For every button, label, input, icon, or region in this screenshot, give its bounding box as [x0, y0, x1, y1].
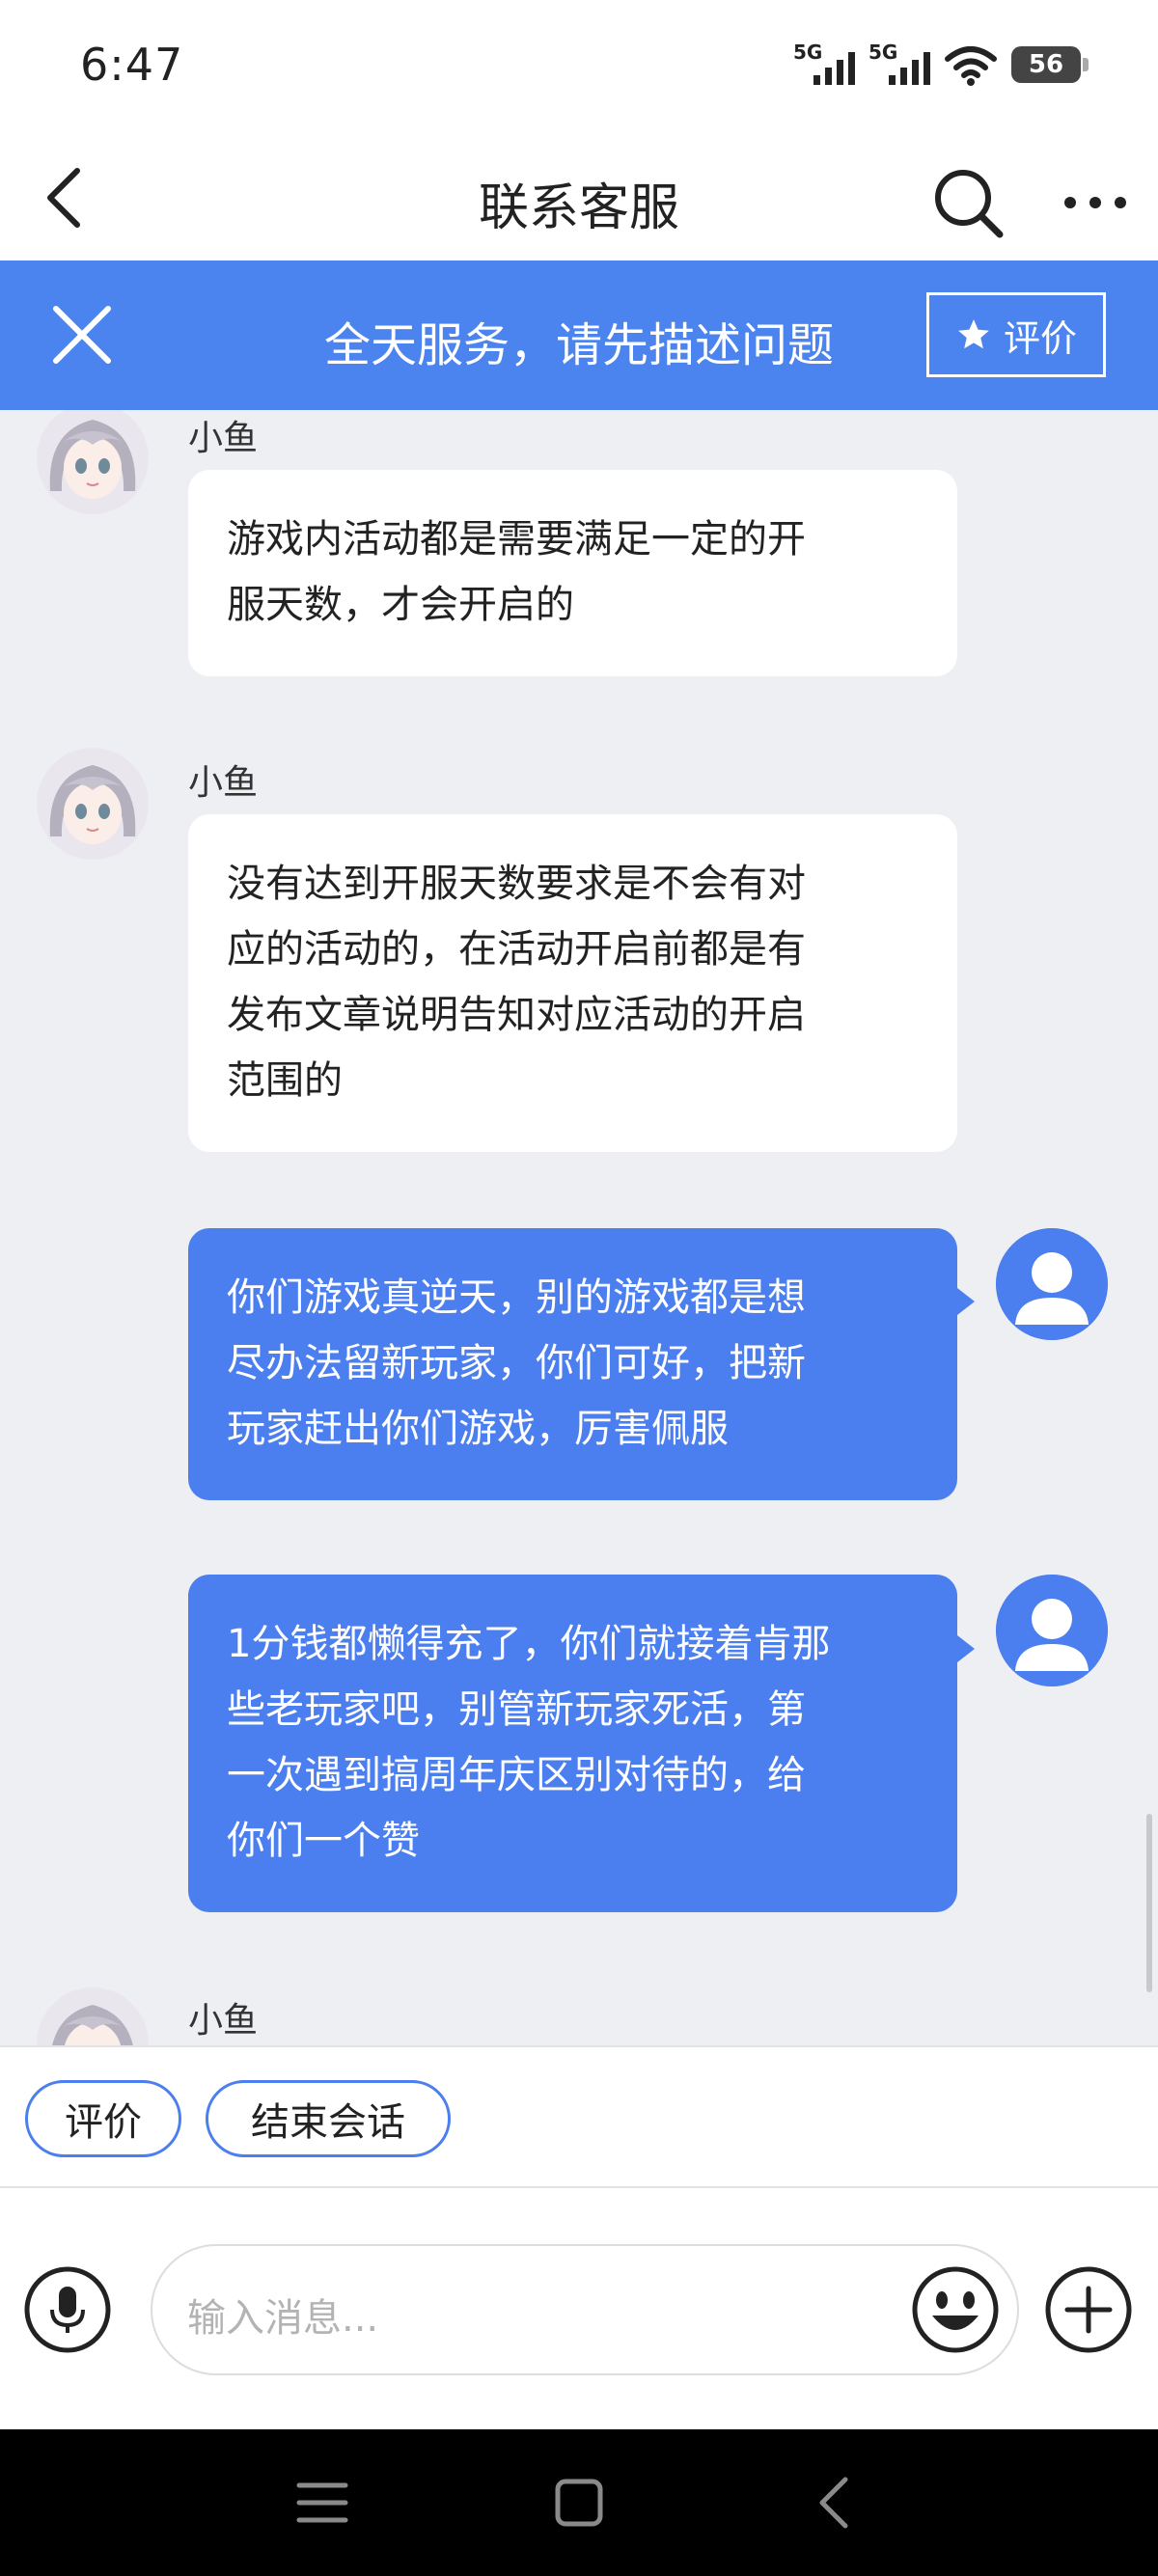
agent-avatar[interactable]: [37, 410, 149, 514]
sender-name: 小鱼: [188, 419, 259, 458]
status-time: 6:47: [80, 39, 184, 91]
quick-action-rate[interactable]: 评价: [25, 2080, 181, 2157]
rate-service-button[interactable]: 评价: [926, 292, 1106, 377]
agent-avatar[interactable]: [37, 1987, 149, 2045]
chat-messages-area[interactable]: 小鱼 游戏内活动都是需要满足一定的开 服天数，才会开启的 小鱼 没有达到开服天数…: [0, 410, 1158, 2045]
menu-icon[interactable]: [286, 2466, 359, 2539]
battery-icon: 56: [1011, 46, 1089, 83]
chat-scrollbar[interactable]: [1146, 1814, 1152, 1992]
star-icon: [958, 319, 989, 349]
status-bar: 6:47 5G 5G 56: [0, 0, 1158, 140]
cellular-signal-icon-2: 5G: [868, 41, 930, 89]
status-icons: 5G 5G 56: [793, 41, 1089, 89]
home-square-icon[interactable]: [542, 2466, 616, 2539]
message-input[interactable]: 输入消息...: [151, 2244, 1019, 2375]
service-notice-banner: 全天服务，请先描述问题 评价: [0, 260, 1158, 410]
user-avatar[interactable]: [996, 1228, 1108, 1340]
emoji-icon[interactable]: [909, 2263, 1002, 2356]
sender-name: 小鱼: [188, 763, 259, 803]
search-icon[interactable]: [926, 161, 1009, 244]
user-silhouette-icon: [996, 1575, 1108, 1686]
quick-action-end-session[interactable]: 结束会话: [206, 2080, 451, 2157]
agent-message-bubble: 没有达到开服天数要求是不会有对 应的活动的，在活动开启前都是有 发布文章说明告知…: [188, 814, 957, 1152]
agent-avatar[interactable]: [37, 748, 149, 860]
system-navigation-bar: [0, 2429, 1158, 2576]
more-options-icon[interactable]: [1054, 161, 1137, 244]
agent-message-bubble: 游戏内活动都是需要满足一定的开 服天数，才会开启的: [188, 470, 957, 676]
wifi-icon: [945, 46, 997, 86]
cellular-signal-icon: 5G: [793, 41, 855, 89]
user-silhouette-icon: [996, 1228, 1108, 1340]
rate-label: 评价: [1003, 316, 1077, 360]
sender-name: 小鱼: [188, 2001, 259, 2041]
microphone-icon[interactable]: [23, 2265, 112, 2354]
back-triangle-icon[interactable]: [799, 2466, 872, 2539]
user-message-bubble: 你们游戏真逆天，别的游戏都是想 尽办法留新玩家，你们可好，把新 玩家赶出你们游戏…: [188, 1228, 957, 1500]
input-placeholder: 输入消息...: [187, 2296, 379, 2341]
user-avatar[interactable]: [996, 1575, 1108, 1686]
plus-icon[interactable]: [1044, 2265, 1133, 2354]
quick-actions-bar: 评价 结束会话: [0, 2045, 1158, 2188]
app-header: 联系客服: [0, 140, 1158, 260]
bubble-tail: [957, 1288, 975, 1315]
message-composer: 输入消息...: [0, 2188, 1158, 2429]
battery-level: 56: [1028, 50, 1064, 79]
bubble-tail: [957, 1635, 975, 1662]
user-message-bubble: 1分钱都懒得充了，你们就接着肯那 些老玩家吧，别管新玩家死活，第 一次遇到搞周年…: [188, 1575, 957, 1912]
